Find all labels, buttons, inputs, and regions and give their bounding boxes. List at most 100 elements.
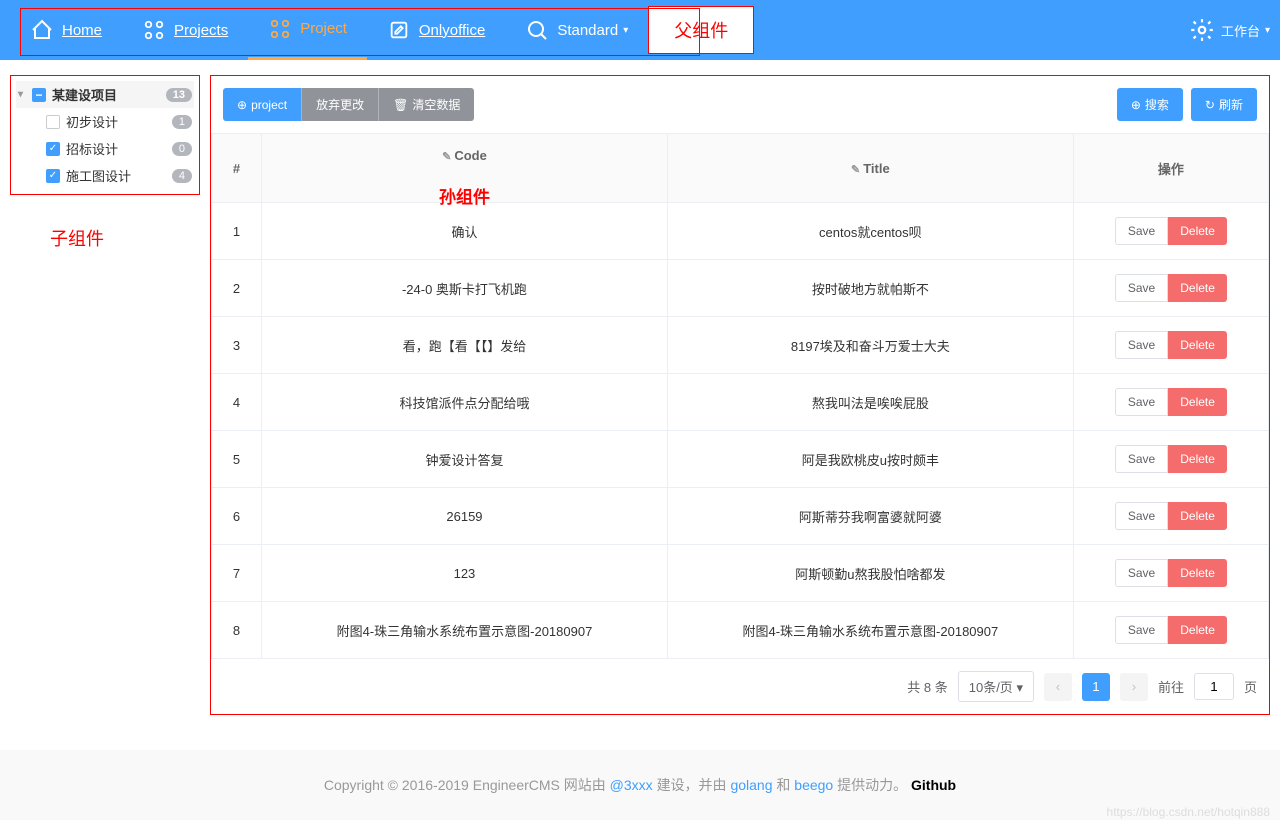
cell-num: 5: [212, 431, 262, 488]
cell-title[interactable]: centos就centos呗: [667, 203, 1073, 260]
nav-home[interactable]: Home: [10, 0, 122, 60]
clear-button[interactable]: 🗑清空数据: [378, 88, 474, 121]
cell-action: Save Delete: [1073, 602, 1268, 659]
refresh-button[interactable]: ↻刷新: [1191, 88, 1257, 121]
cell-title[interactable]: 按时破地方就帕斯不: [667, 260, 1073, 317]
data-table: # ✎Code孙组件 ✎Title 操作 1 确认 centos就centos呗…: [211, 133, 1269, 659]
save-button[interactable]: Save: [1115, 217, 1168, 245]
cell-title[interactable]: 8197埃及和奋斗万爱士大夫: [667, 317, 1073, 374]
cell-title[interactable]: 附图4-珠三角输水系统布置示意图-20180907: [667, 602, 1073, 659]
tree-item-count: 0: [172, 142, 192, 156]
cell-title[interactable]: 阿斯蒂芬我啊富婆就阿婆: [667, 488, 1073, 545]
cell-code[interactable]: 123: [262, 545, 668, 602]
nav-onlyoffice[interactable]: Onlyoffice: [367, 0, 505, 60]
trash-icon: 🗑: [393, 98, 408, 112]
chevron-down-icon: ▾: [623, 25, 628, 36]
col-num-header: #: [212, 134, 262, 203]
tree-root-count: 13: [166, 88, 192, 102]
cell-code[interactable]: 钟爱设计答复: [262, 431, 668, 488]
nav-projects[interactable]: Projects: [122, 0, 248, 60]
delete-button[interactable]: Delete: [1168, 445, 1227, 473]
checkbox-checked[interactable]: ✓: [46, 169, 60, 183]
edit-icon: [387, 18, 411, 42]
table-row: 3 看，跑【看【【】发给 8197埃及和奋斗万爱士大夫 Save Delete: [212, 317, 1269, 374]
nav-standard-label: Standard: [557, 22, 618, 39]
delete-button[interactable]: Delete: [1168, 331, 1227, 359]
expand-icon[interactable]: ▾: [18, 89, 32, 100]
prev-page-button[interactable]: ‹: [1044, 673, 1072, 701]
cell-action: Save Delete: [1073, 317, 1268, 374]
project-button[interactable]: ⊕project: [223, 88, 301, 121]
cell-code[interactable]: 科技馆派件点分配给哦: [262, 374, 668, 431]
save-button[interactable]: Save: [1115, 445, 1168, 473]
cell-action: Save Delete: [1073, 260, 1268, 317]
cell-num: 6: [212, 488, 262, 545]
discard-button[interactable]: 放弃更改: [301, 88, 378, 121]
table-row: 6 26159 阿斯蒂芬我啊富婆就阿婆 Save Delete: [212, 488, 1269, 545]
github-link[interactable]: Github: [911, 777, 956, 793]
cell-num: 2: [212, 260, 262, 317]
nav-project[interactable]: Project: [248, 0, 367, 60]
tree-item-label: 初步设计: [66, 112, 118, 131]
nav-project-label: Project: [300, 20, 347, 37]
cell-code[interactable]: 看，跑【看【【】发给: [262, 317, 668, 374]
checkbox-unchecked[interactable]: [46, 115, 60, 129]
save-button[interactable]: Save: [1115, 274, 1168, 302]
workbench-menu[interactable]: 工作台 ▾: [1189, 17, 1270, 43]
cell-title[interactable]: 阿是我欧桃皮u按时颇丰: [667, 431, 1073, 488]
tree-item-label: 招标设计: [66, 139, 118, 158]
cell-title[interactable]: 熬我叫法是唉唉屁股: [667, 374, 1073, 431]
cell-code[interactable]: 确认: [262, 203, 668, 260]
table-row: 4 科技馆派件点分配给哦 熬我叫法是唉唉屁股 Save Delete: [212, 374, 1269, 431]
home-icon: [30, 18, 54, 42]
beego-link[interactable]: beego: [794, 777, 833, 793]
main-content: ⊕project 放弃更改 🗑清空数据 ⊕搜索 ↻刷新 # ✎Code孙组件 ✎…: [210, 75, 1270, 715]
tree-item[interactable]: ✓ 招标设计 0: [16, 135, 194, 162]
tree-item[interactable]: ✓ 施工图设计 4: [16, 162, 194, 189]
plus-icon: ⊕: [237, 98, 247, 112]
nav-projects-label: Projects: [174, 22, 228, 39]
checkbox-checked[interactable]: ✓: [46, 142, 60, 156]
author-link[interactable]: @3xxx: [610, 777, 653, 793]
tree-root-item[interactable]: ▾ − 某建设项目 13: [16, 81, 194, 108]
cell-code[interactable]: -24-0 奥斯卡打飞机跑: [262, 260, 668, 317]
save-button[interactable]: Save: [1115, 502, 1168, 530]
gear-icon: [1189, 17, 1215, 43]
save-button[interactable]: Save: [1115, 559, 1168, 587]
top-navbar: Home Projects Project Onlyoffice Standar…: [0, 0, 1280, 60]
goto-page-input[interactable]: [1194, 673, 1234, 700]
tree-item-count: 4: [172, 169, 192, 183]
cell-code[interactable]: 26159: [262, 488, 668, 545]
cell-title[interactable]: 阿斯顿勤u熬我股怕啥都发: [667, 545, 1073, 602]
cell-code[interactable]: 附图4-珠三角输水系统布置示意图-20180907: [262, 602, 668, 659]
delete-button[interactable]: Delete: [1168, 616, 1227, 644]
delete-button[interactable]: Delete: [1168, 274, 1227, 302]
edit-icon: ✎: [442, 151, 451, 163]
col-code-header: ✎Code孙组件: [262, 134, 668, 203]
goto-label: 前往: [1158, 677, 1184, 696]
page-size-select[interactable]: 10条/页 ▾: [958, 671, 1034, 702]
save-button[interactable]: Save: [1115, 616, 1168, 644]
table-row: 5 钟爱设计答复 阿是我欧桃皮u按时颇丰 Save Delete: [212, 431, 1269, 488]
golang-link[interactable]: golang: [730, 777, 772, 793]
page-number-button[interactable]: 1: [1082, 673, 1110, 701]
tree-item[interactable]: 初步设计 1: [16, 108, 194, 135]
delete-button[interactable]: Delete: [1168, 559, 1227, 587]
cell-action: Save Delete: [1073, 431, 1268, 488]
grid-icon: [142, 18, 166, 42]
cell-num: 8: [212, 602, 262, 659]
delete-button[interactable]: Delete: [1168, 502, 1227, 530]
nav-standard[interactable]: Standard ▾: [505, 0, 648, 60]
table-row: 7 123 阿斯顿勤u熬我股怕啥都发 Save Delete: [212, 545, 1269, 602]
checkbox-indeterminate[interactable]: −: [32, 88, 46, 102]
next-page-button[interactable]: ›: [1120, 673, 1148, 701]
edit-icon: ✎: [851, 164, 860, 176]
save-button[interactable]: Save: [1115, 331, 1168, 359]
delete-button[interactable]: Delete: [1168, 388, 1227, 416]
save-button[interactable]: Save: [1115, 388, 1168, 416]
delete-button[interactable]: Delete: [1168, 217, 1227, 245]
child-component-label: 子组件: [50, 225, 200, 251]
search-button[interactable]: ⊕搜索: [1117, 88, 1183, 121]
cell-action: Save Delete: [1073, 488, 1268, 545]
cell-action: Save Delete: [1073, 374, 1268, 431]
